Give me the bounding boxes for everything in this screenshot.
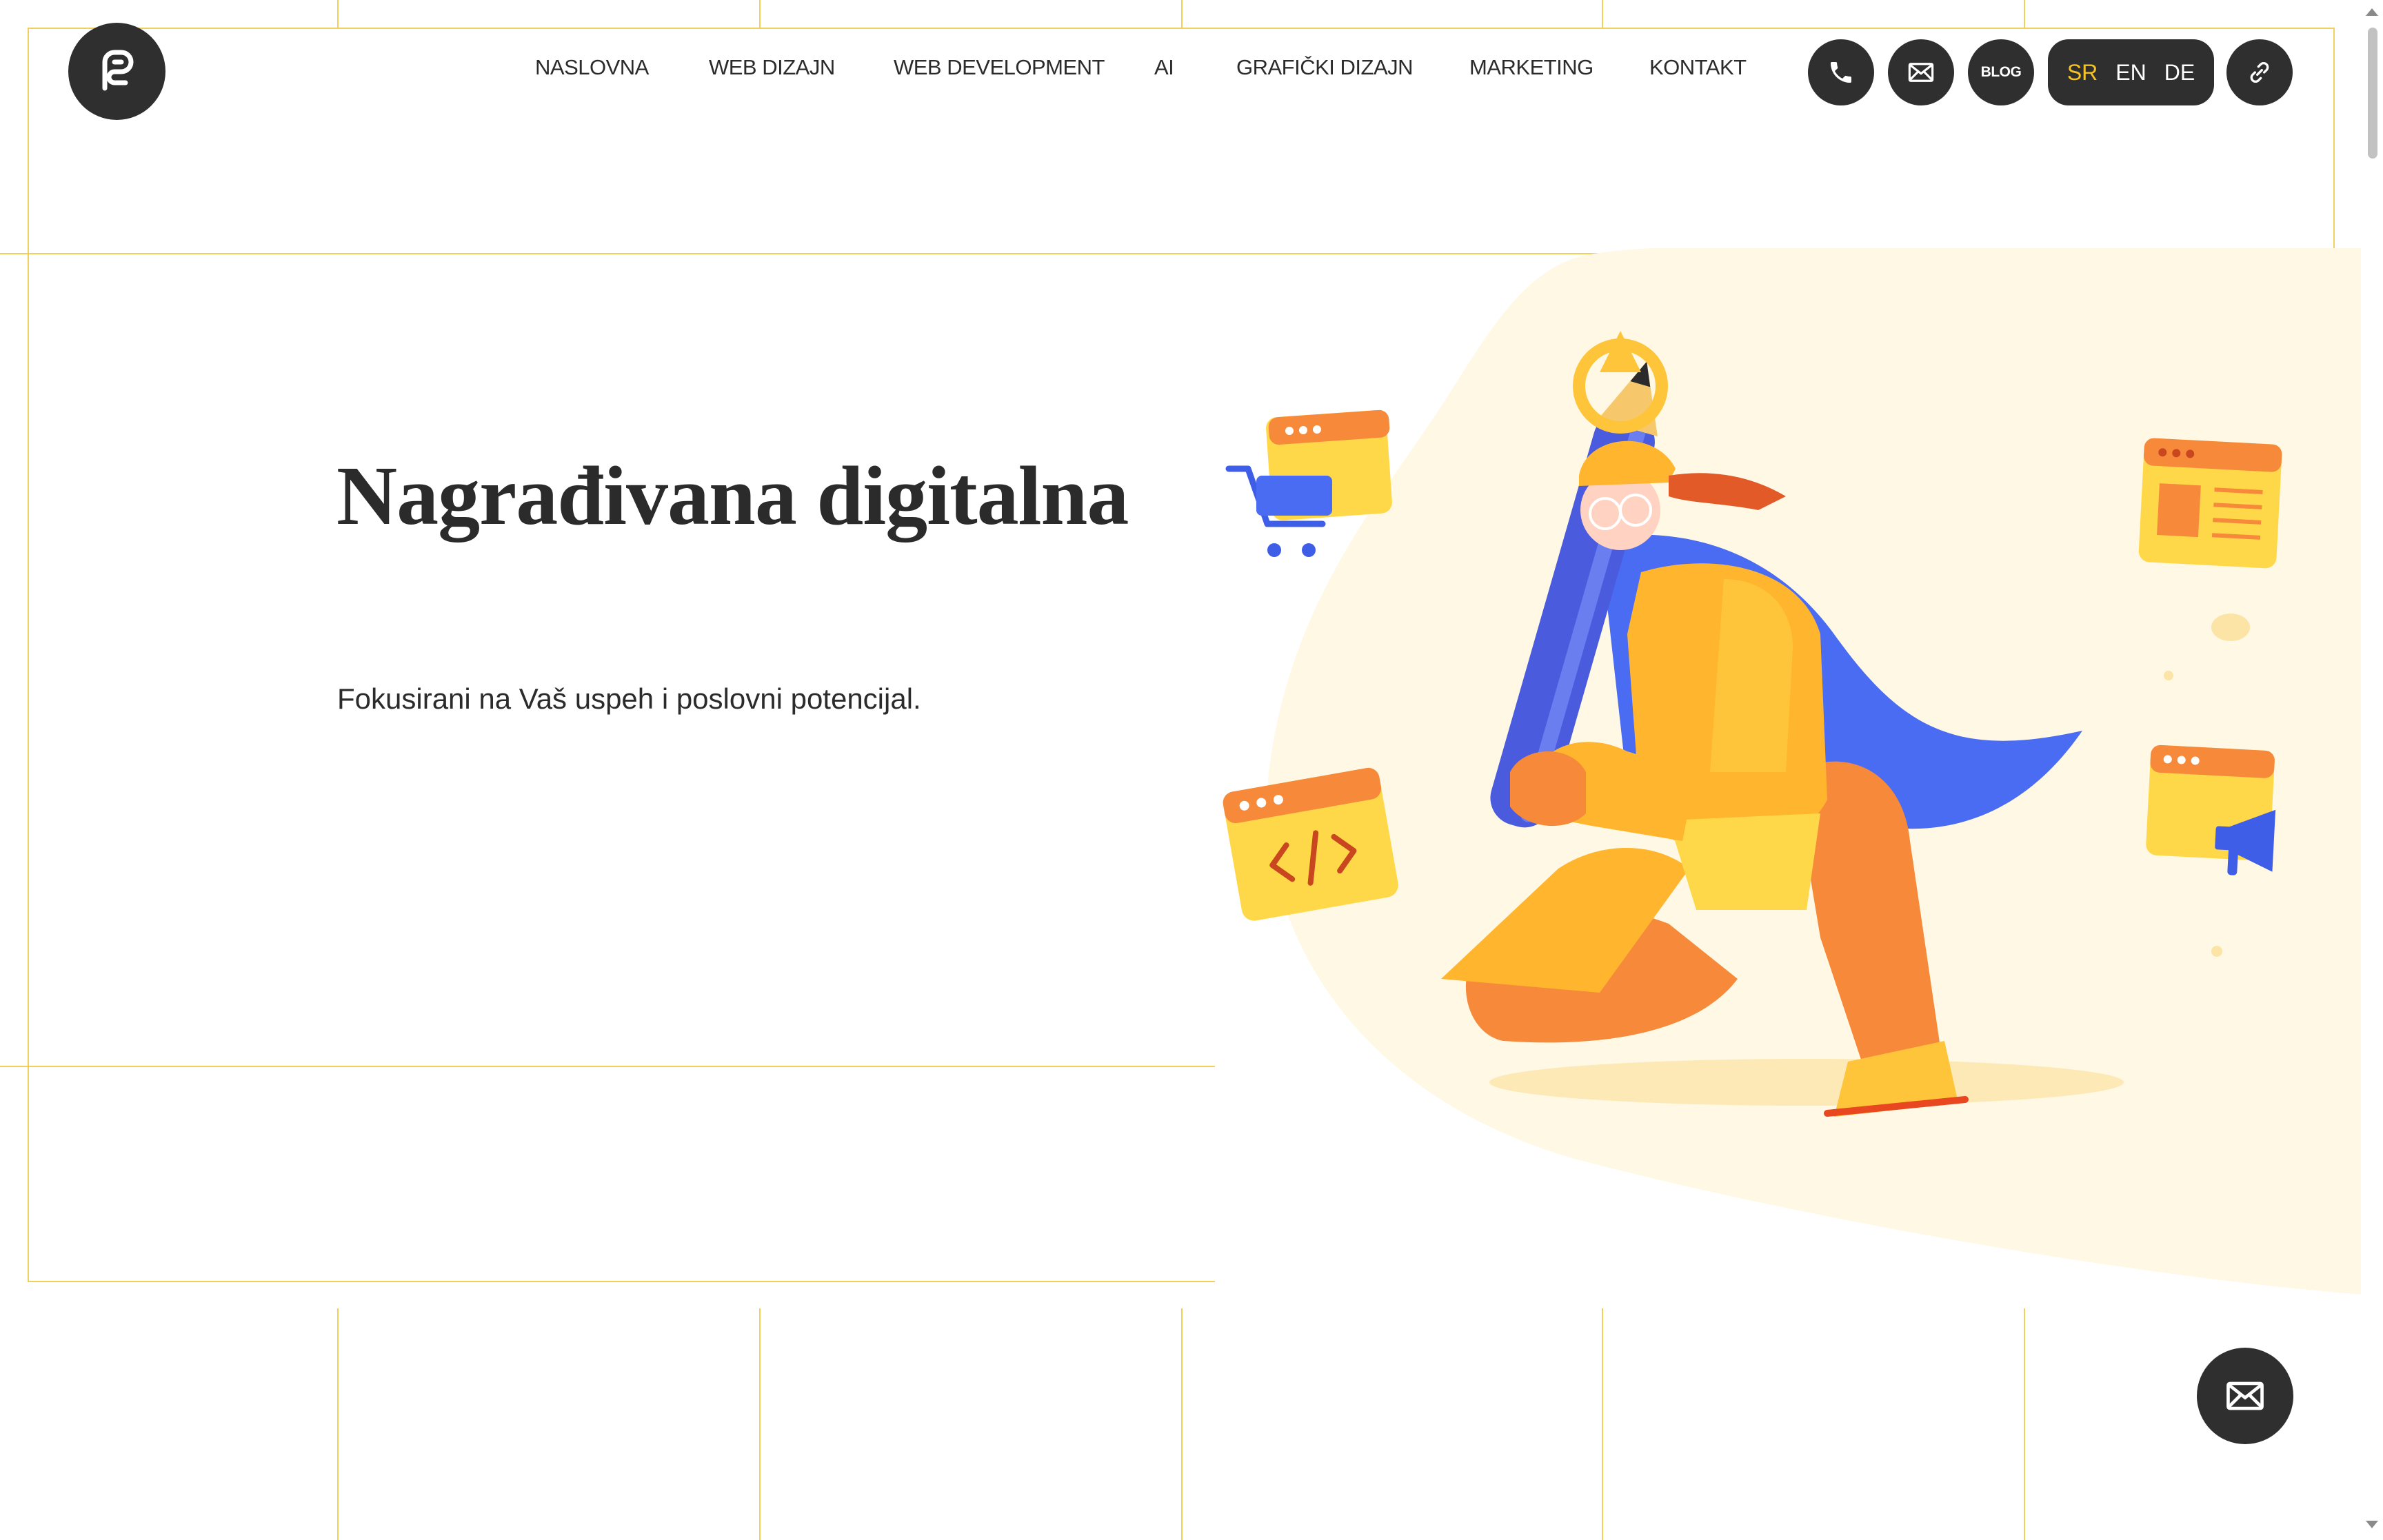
vertical-scrollbar[interactable] xyxy=(2361,0,2383,1540)
nav-item-naslovna[interactable]: NASLOVNA xyxy=(535,55,649,80)
brand-p-logo-icon xyxy=(102,50,133,90)
hero-title: Nagrađivana digitalna xyxy=(336,449,1129,543)
floating-contact-button[interactable] xyxy=(2197,1348,2293,1444)
phone-icon xyxy=(1831,62,1851,83)
nav-item-graficki-dizajn[interactable]: GRAFIČKI DIZAJN xyxy=(1236,55,1414,80)
grid-line xyxy=(2024,1308,2025,1540)
link-button[interactable] xyxy=(2226,39,2293,105)
scroll-down-arrow-icon[interactable] xyxy=(2366,1521,2378,1528)
grid-line xyxy=(337,1308,339,1540)
grid-line xyxy=(1181,1308,1183,1540)
phone-button[interactable] xyxy=(1808,39,1874,105)
grid-line xyxy=(1602,0,1603,28)
nav-item-marketing[interactable]: MARKETING xyxy=(1469,55,1593,80)
scroll-up-arrow-icon[interactable] xyxy=(2366,8,2378,16)
link-icon xyxy=(2250,62,2269,83)
grid-line xyxy=(28,1281,1215,1282)
blog-button[interactable]: BLOG xyxy=(1968,39,2034,105)
hero-illustration xyxy=(1223,248,2383,1296)
code-card-icon xyxy=(1223,767,1398,921)
blog-label: BLOG xyxy=(1980,64,2022,80)
lang-sr[interactable]: SR xyxy=(2067,60,2098,85)
mail-icon xyxy=(1908,63,1934,82)
scrollbar-thumb[interactable] xyxy=(2368,28,2377,159)
grid-line xyxy=(1602,1308,1603,1540)
grid-line xyxy=(337,0,339,28)
hero-subtitle: Fokusirani na Vaš uspeh i poslovni poten… xyxy=(337,682,921,715)
nav-item-web-development[interactable]: WEB DEVELOPMENT xyxy=(894,55,1105,80)
lang-en[interactable]: EN xyxy=(2115,60,2146,85)
document-card-icon xyxy=(2138,438,2282,569)
page: NASLOVNA WEB DIZAJN WEB DEVELOPMENT AI G… xyxy=(0,0,2383,1540)
grid-line xyxy=(0,1066,1215,1067)
nav-item-ai[interactable]: AI xyxy=(1154,55,1174,80)
mail-icon xyxy=(2226,1381,2264,1410)
language-switcher: SR EN DE xyxy=(2048,39,2214,105)
site-logo[interactable] xyxy=(68,23,165,120)
grid-line xyxy=(759,0,761,28)
lang-de[interactable]: DE xyxy=(2164,60,2195,85)
grid-line xyxy=(28,28,2334,29)
grid-line xyxy=(759,1308,761,1540)
grid-line xyxy=(28,28,29,1282)
email-button[interactable] xyxy=(1888,39,1954,105)
grid-line xyxy=(2024,0,2025,28)
nav-item-kontakt[interactable]: KONTAKT xyxy=(1649,55,1747,80)
grid-line xyxy=(1181,0,1183,28)
grid-line xyxy=(2333,28,2335,254)
nav-item-web-dizajn[interactable]: WEB DIZAJN xyxy=(709,55,835,80)
